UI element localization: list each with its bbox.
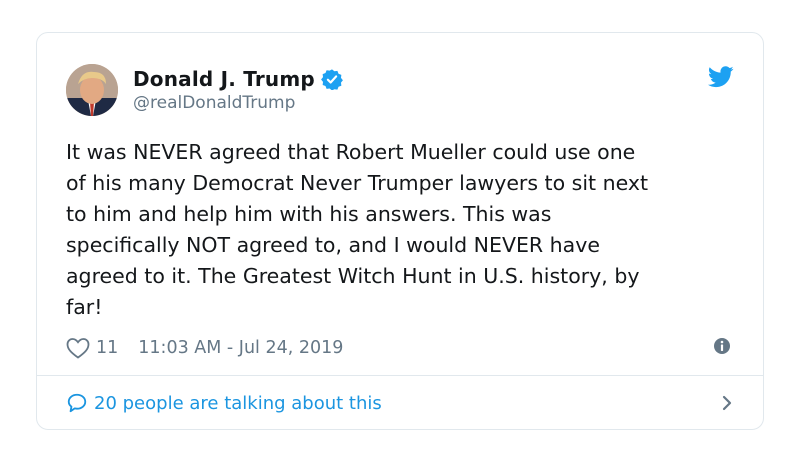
tweet-card: Donald J. Trump @realDonaldTrump It was … xyxy=(36,32,764,430)
like-count[interactable]: 11 xyxy=(96,338,118,358)
verified-badge-icon xyxy=(321,69,343,90)
twitter-bird-icon[interactable] xyxy=(708,66,734,88)
avatar[interactable] xyxy=(66,64,118,116)
tweet-timestamp[interactable]: 11:03 AM - Jul 24, 2019 xyxy=(138,338,343,358)
heart-icon[interactable] xyxy=(66,337,90,359)
tweet-text: It was NEVER agreed that Robert Mueller … xyxy=(66,140,648,319)
info-icon[interactable] xyxy=(713,337,731,355)
author-display-name[interactable]: Donald J. Trump xyxy=(133,67,315,91)
author-name-row[interactable]: Donald J. Trump xyxy=(133,66,343,92)
chevron-right-icon[interactable] xyxy=(720,392,734,414)
author-handle[interactable]: @realDonaldTrump xyxy=(133,93,295,113)
speech-bubble-icon xyxy=(67,393,87,413)
avatar-image xyxy=(66,64,118,116)
conversation-link-text[interactable]: 20 people are talking about this xyxy=(94,393,382,414)
tweet-meta: 11 11:03 AM - Jul 24, 2019 xyxy=(66,334,343,362)
divider xyxy=(37,375,763,376)
conversation-link[interactable]: 20 people are talking about this xyxy=(66,385,734,421)
